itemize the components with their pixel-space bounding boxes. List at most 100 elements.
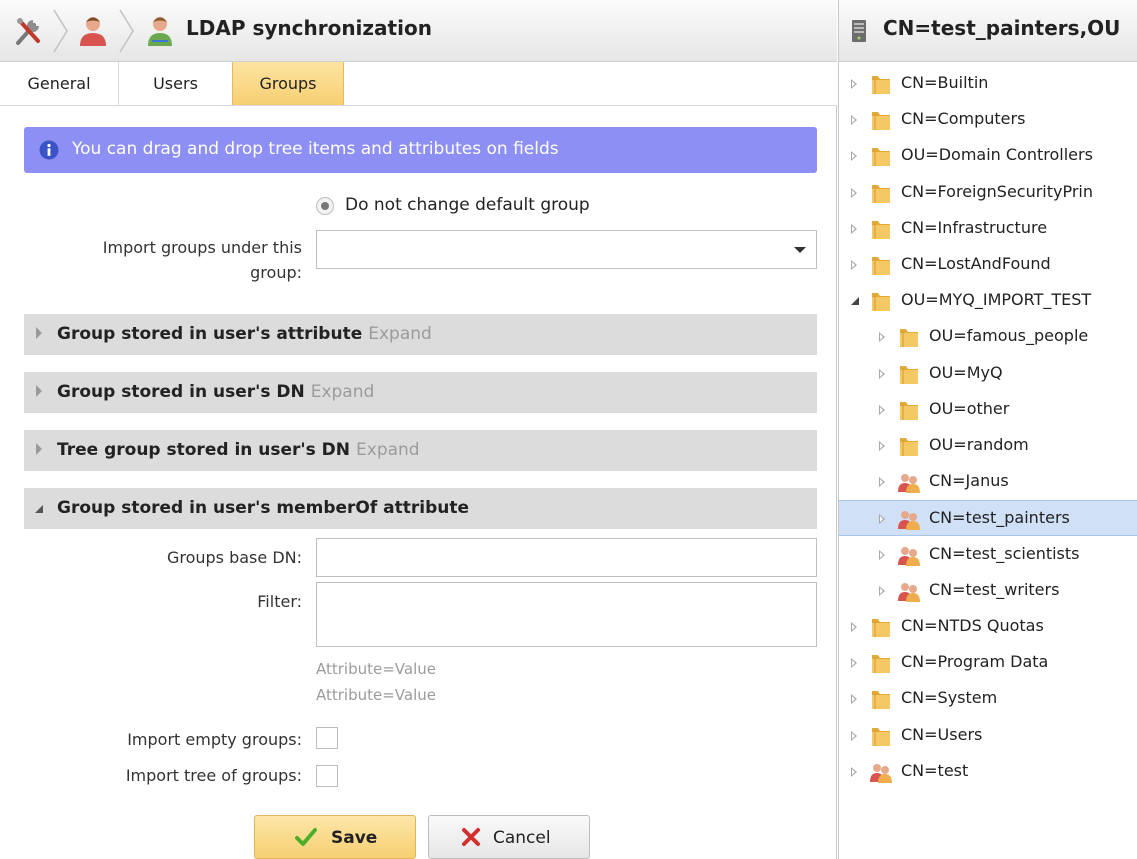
tree-item-label: OU=MyQ — [929, 363, 1003, 382]
filter-textarea[interactable] — [316, 582, 817, 647]
expand-arrow-icon[interactable] — [879, 586, 885, 596]
tree-item-folder[interactable]: OU=famous_people — [839, 319, 1137, 355]
expand-arrow-icon[interactable] — [851, 694, 857, 704]
groups-base-dn-input[interactable] — [316, 538, 817, 577]
expand-arrow-icon[interactable] — [879, 441, 885, 451]
tree-item-group[interactable]: CN=test_writers — [839, 573, 1137, 609]
chevron-down-icon[interactable] — [794, 247, 806, 253]
user-group-icon — [898, 547, 920, 566]
import-tree-of-groups-label: Import tree of groups: — [125, 766, 302, 785]
folder-icon — [872, 728, 890, 746]
expand-arrow-icon[interactable] — [879, 477, 885, 487]
tab-bar: General Users Groups — [0, 62, 837, 106]
tree-item-group[interactable]: CN=test — [839, 754, 1137, 790]
section-group-user-dn[interactable]: Group stored in user's DN Expand — [24, 372, 817, 413]
tree-item-folder[interactable]: CN=ForeignSecurityPrin — [839, 175, 1137, 211]
folder-icon — [872, 619, 890, 637]
cancel-button[interactable]: Cancel — [428, 815, 590, 859]
folder-icon — [872, 293, 890, 311]
server-icon — [852, 20, 866, 42]
tree-item-label: CN=test_scientists — [929, 544, 1080, 563]
tree-item-folder[interactable]: CN=LostAndFound — [839, 247, 1137, 283]
tree-item-folder[interactable]: CN=NTDS Quotas — [839, 609, 1137, 645]
tree-item-folder[interactable]: CN=Builtin — [839, 66, 1137, 102]
section-expand-link[interactable]: Expand — [356, 440, 420, 460]
tree-item-label: OU=MYQ_IMPORT_TEST — [901, 290, 1092, 309]
expand-arrow-icon[interactable] — [851, 622, 857, 632]
expand-arrow-icon[interactable] — [879, 514, 885, 524]
tools-icon[interactable] — [12, 13, 46, 49]
ldap-settings-panel: LDAP synchronization General Users Group… — [0, 0, 837, 859]
import-groups-under-select[interactable] — [316, 230, 817, 269]
folder-icon — [872, 655, 890, 673]
import-empty-groups-checkbox[interactable] — [316, 727, 338, 749]
tab-general[interactable]: General — [0, 62, 118, 105]
expand-arrow-icon[interactable] — [36, 443, 42, 455]
expand-arrow-icon[interactable] — [879, 369, 885, 379]
tree-item-label: OU=famous_people — [929, 326, 1089, 345]
section-expand-link[interactable]: Expand — [368, 324, 432, 344]
info-icon — [39, 140, 59, 160]
section-group-memberof[interactable]: Group stored in user's memberOf attribut… — [24, 488, 817, 529]
section-title-text: Group stored in user's memberOf attribut… — [57, 498, 470, 518]
user-icon[interactable] — [76, 13, 110, 49]
save-button[interactable]: Save — [254, 815, 416, 859]
tab-groups[interactable]: Groups — [232, 62, 344, 105]
tree-item-folder[interactable]: CN=System — [839, 681, 1137, 717]
tree-item-folder[interactable]: OU=MyQ — [839, 356, 1137, 392]
default-group-radio[interactable] — [316, 197, 334, 215]
expand-arrow-icon[interactable] — [36, 327, 42, 339]
expand-arrow-icon[interactable] — [851, 224, 857, 234]
folder-icon — [872, 691, 890, 709]
collapse-arrow-icon[interactable] — [34, 504, 44, 514]
tree-item-label: CN=Janus — [929, 471, 1009, 490]
section-title: Tree group stored in user's DN Expand — [57, 440, 420, 460]
expand-arrow-icon[interactable] — [851, 767, 857, 777]
expand-arrow-icon[interactable] — [851, 79, 857, 89]
expand-arrow-icon[interactable] — [36, 385, 42, 397]
cancel-button-label: Cancel — [493, 828, 551, 848]
section-group-user-attribute[interactable]: Group stored in user's attribute Expand — [24, 314, 817, 355]
tree-item-folder[interactable]: CN=Computers — [839, 102, 1137, 138]
tree-item-label: CN=LostAndFound — [901, 254, 1051, 273]
expand-arrow-icon[interactable] — [851, 151, 857, 161]
folder-icon — [872, 185, 890, 203]
tree-item-folder[interactable]: OU=other — [839, 392, 1137, 428]
expand-arrow-icon[interactable] — [851, 188, 857, 198]
expand-arrow-icon[interactable] — [879, 550, 885, 560]
tree-item-group[interactable]: CN=Janus — [839, 464, 1137, 500]
folder-icon — [872, 221, 890, 239]
filter-label: Filter: — [257, 592, 302, 611]
tree-item-group[interactable]: CN=test_scientists — [839, 537, 1137, 573]
tree-item-folder[interactable]: CN=Users — [839, 718, 1137, 754]
section-title: Group stored in user's DN Expand — [57, 382, 374, 402]
expand-arrow-icon[interactable] — [879, 332, 885, 342]
import-tree-of-groups-checkbox[interactable] — [316, 765, 338, 787]
tree-item-folder[interactable]: OU=MYQ_IMPORT_TEST — [839, 283, 1137, 319]
checkmark-icon — [295, 828, 317, 846]
folder-icon — [872, 112, 890, 130]
tree-item-label: CN=Infrastructure — [901, 218, 1048, 237]
expand-arrow-icon[interactable] — [879, 405, 885, 415]
folder-icon — [872, 148, 890, 166]
expand-arrow-icon[interactable] — [851, 115, 857, 125]
tree-item-label: CN=test — [901, 761, 969, 780]
tree-item-folder[interactable]: OU=random — [839, 428, 1137, 464]
expand-arrow-icon[interactable] — [851, 260, 857, 270]
user-group-icon — [898, 511, 920, 530]
tree-title: CN=test_painters,OU — [883, 16, 1121, 40]
tree-item-label: CN=test_painters — [929, 508, 1070, 527]
tree-item-label: CN=Builtin — [901, 73, 989, 92]
tree-item-label: CN=Program Data — [901, 652, 1049, 671]
tree-item-folder[interactable]: OU=Domain Controllers — [839, 138, 1137, 174]
section-tree-group-user-dn[interactable]: Tree group stored in user's DN Expand — [24, 430, 817, 471]
sync-user-icon — [148, 17, 172, 46]
section-title-text: Group stored in user's DN — [57, 382, 305, 402]
tree-item-group[interactable]: CN=test_painters — [839, 500, 1137, 536]
tree-item-folder[interactable]: CN=Infrastructure — [839, 211, 1137, 247]
tree-item-folder[interactable]: CN=Program Data — [839, 645, 1137, 681]
expand-arrow-icon[interactable] — [851, 658, 857, 668]
tab-users[interactable]: Users — [119, 62, 232, 105]
section-expand-link[interactable]: Expand — [311, 382, 375, 402]
expand-arrow-icon[interactable] — [851, 731, 857, 741]
